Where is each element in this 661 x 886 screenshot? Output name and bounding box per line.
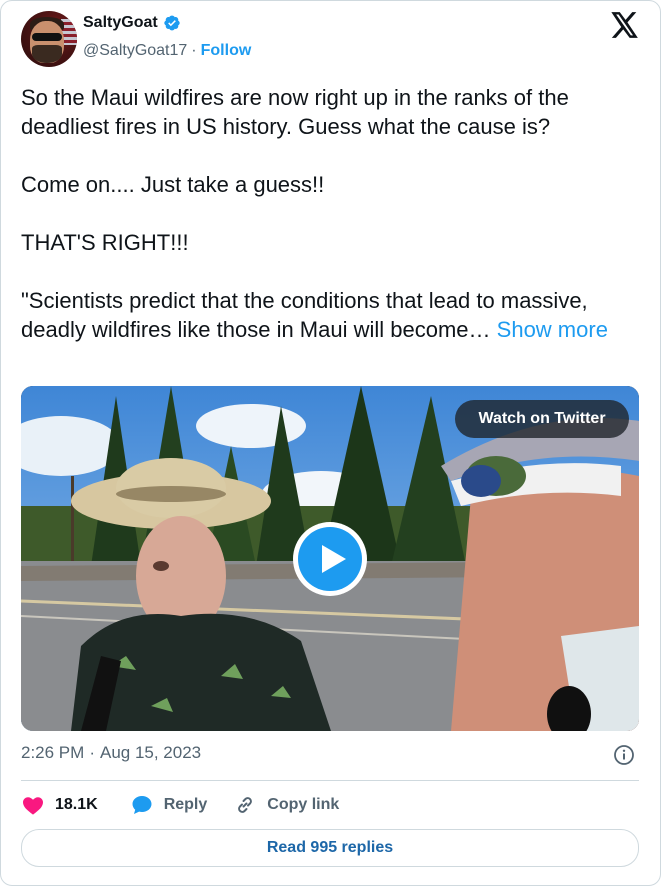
tweet-date: Aug 15, 2023 — [99, 743, 202, 762]
read-replies-button[interactable]: Read 995 replies — [21, 829, 639, 867]
reply-label: Reply — [163, 796, 208, 813]
tweet-timestamp[interactable]: 2:26 PM · Aug 15, 2023 — [21, 743, 201, 763]
tweet-paragraph-1: So the Maui wildfires are now right up i… — [21, 85, 569, 139]
tweet-time: 2:26 PM — [21, 743, 85, 762]
link-icon — [238, 797, 253, 813]
play-icon[interactable] — [291, 520, 369, 598]
tweet-text: So the Maui wildfires are now right up i… — [21, 83, 636, 344]
copy-link-label: Copy link — [267, 796, 340, 813]
x-logo-icon[interactable] — [611, 12, 639, 38]
timestamp-separator: · — [89, 743, 95, 762]
heart-icon — [23, 797, 43, 815]
reply-bubble-icon — [132, 796, 152, 814]
verified-badge-icon — [163, 15, 180, 31]
handle-separator: · — [191, 42, 197, 59]
tweet-actions: 18.1K Reply Copy link — [21, 791, 339, 819]
author-handle-row: @SaltyGoat17 · Follow — [83, 42, 251, 60]
watch-on-twitter-button[interactable]: Watch on Twitter — [455, 400, 629, 438]
tweet-paragraph-3: THAT'S RIGHT!!! — [21, 230, 189, 255]
author-name-row[interactable]: SaltyGoat — [83, 14, 181, 32]
tweet-paragraph-2: Come on.... Just take a guess!! — [21, 172, 325, 197]
show-more-link[interactable]: Show more — [497, 317, 608, 342]
copy-link-button[interactable]: Copy link — [233, 793, 339, 817]
follow-button[interactable]: Follow — [201, 42, 252, 60]
info-icon[interactable] — [613, 744, 635, 766]
author-handle[interactable]: @SaltyGoat17 — [83, 42, 187, 60]
like-count: 18.1K — [55, 796, 98, 813]
divider — [21, 780, 639, 781]
author-avatar[interactable] — [21, 11, 77, 67]
reply-button[interactable]: Reply — [130, 793, 208, 817]
tweet-card: SaltyGoat @SaltyGoat17 · Follow So the M… — [0, 0, 661, 886]
like-button[interactable]: 18.1K — [21, 793, 98, 817]
tweet-paragraph-4: "Scientists predict that the conditions … — [21, 286, 636, 344]
author-display-name[interactable]: SaltyGoat — [83, 14, 158, 32]
